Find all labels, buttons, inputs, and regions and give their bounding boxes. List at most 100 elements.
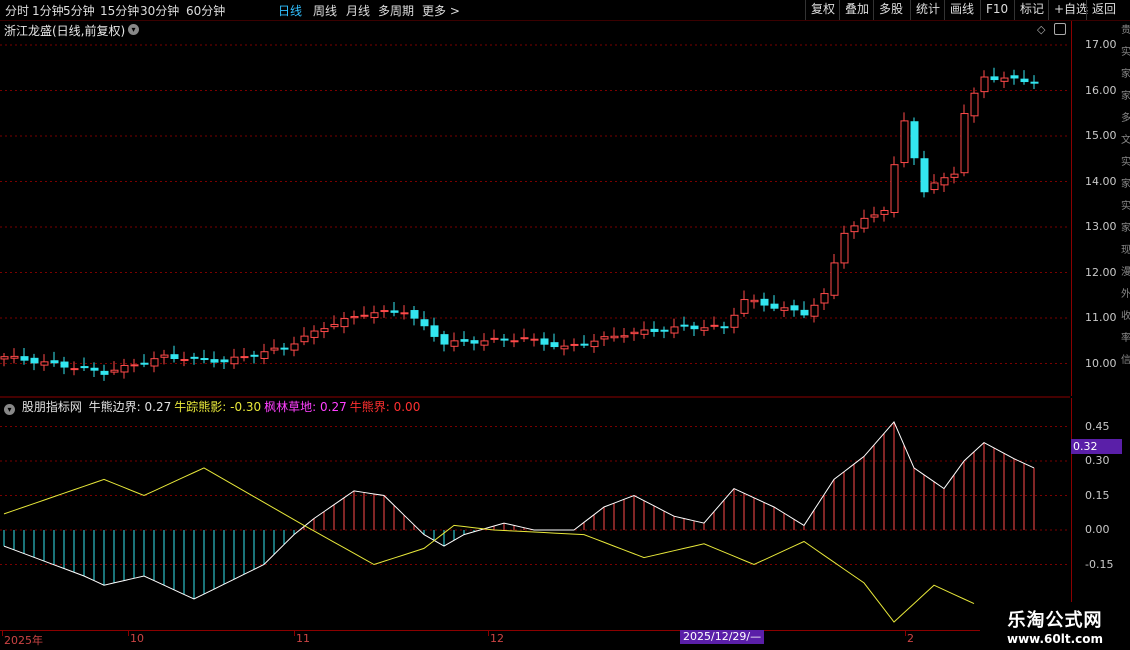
candle-body	[120, 364, 129, 373]
indicator-tick-label: 0.15	[1085, 488, 1110, 502]
candle-body	[1000, 77, 1009, 82]
candle-body	[160, 354, 169, 358]
candle-body	[910, 121, 919, 159]
strip-char: 贵	[1121, 25, 1130, 36]
candle-body	[510, 340, 519, 343]
candle-body	[710, 324, 719, 327]
price-tick-label: 14.00	[1085, 174, 1117, 188]
candle-body	[610, 335, 619, 339]
candle-body	[170, 354, 179, 359]
candle-body	[840, 232, 849, 264]
candle-body	[820, 293, 829, 304]
candle-body	[130, 364, 139, 367]
candle-body	[850, 225, 859, 233]
candle-body	[190, 356, 199, 359]
candle-body	[970, 92, 979, 117]
candle-body	[790, 305, 799, 311]
candle-body	[220, 359, 229, 363]
date-tick-label: 10	[130, 632, 144, 645]
candle-body	[140, 362, 149, 365]
candle-body	[150, 358, 159, 367]
candle-body	[980, 76, 989, 93]
candle-body	[380, 310, 389, 313]
candle-body	[420, 319, 429, 327]
candle-body	[20, 356, 29, 361]
candle-body	[410, 310, 419, 319]
indicator-dropdown-icon[interactable]: ▾	[4, 404, 15, 415]
candle-body	[30, 357, 39, 364]
date-tick	[2, 631, 3, 636]
candle-body	[600, 336, 609, 340]
candle-body	[450, 340, 459, 347]
candle-body	[350, 316, 359, 319]
kline-chart[interactable]	[0, 0, 1070, 632]
candle-body	[530, 338, 539, 341]
candle-body	[700, 327, 709, 331]
date-tick-label: 2025年	[4, 634, 43, 647]
strip-char: 家	[1121, 179, 1130, 190]
candle-body	[860, 217, 869, 229]
candle-body	[650, 328, 659, 332]
candle-body	[870, 214, 879, 218]
indicator-tick-label: 0.45	[1085, 419, 1110, 433]
candle-body	[480, 340, 489, 346]
date-tick	[488, 631, 489, 636]
candle-body	[640, 329, 649, 335]
strip-char: 文	[1121, 135, 1130, 146]
candle-body	[760, 298, 769, 306]
strip-char: 信	[1121, 355, 1130, 366]
date-cursor-label: 2025/12/29/—	[680, 630, 765, 644]
candle-body	[800, 309, 809, 316]
toolbar-button-8[interactable]: 返回	[1086, 0, 1121, 20]
candle-body	[240, 356, 249, 359]
date-tick-label: 11	[296, 632, 310, 645]
candle-body	[540, 338, 549, 345]
candle-body	[690, 325, 699, 330]
candle-body	[670, 326, 679, 334]
strip-char: 漫	[1121, 267, 1130, 278]
price-tick-label: 13.00	[1085, 220, 1117, 233]
candle-body	[920, 158, 929, 193]
indicator-axis: 0.45 0.30 0.15 0.00 -0.15	[1071, 398, 1121, 630]
date-axis: 2025年 10 11 12 2	[0, 630, 1070, 649]
candle-body	[900, 120, 909, 164]
indicator-current-badge: 0.32	[1071, 439, 1122, 454]
strip-char: 家	[1121, 223, 1130, 234]
candle-body	[550, 342, 559, 348]
date-tick	[294, 631, 295, 636]
indicator-plot	[3, 420, 1035, 623]
candle-body	[50, 360, 59, 364]
strip-char: 实	[1121, 201, 1130, 212]
candle-body	[810, 304, 819, 317]
candle-body	[80, 366, 89, 369]
price-tick-label: 16.00	[1085, 83, 1117, 97]
candle-body	[880, 209, 889, 215]
candle-body	[100, 370, 109, 375]
candle-body	[490, 337, 499, 340]
candle-body	[280, 347, 289, 350]
candle-body	[430, 325, 439, 337]
candle-body	[310, 330, 319, 338]
indicator-tick-label: -0.15	[1085, 557, 1114, 571]
date-tick-label: 2	[907, 632, 914, 645]
candle-body	[40, 361, 49, 366]
candle-body	[360, 314, 369, 317]
indicator-name: 股朋指标网	[21, 400, 82, 414]
candle-body	[230, 356, 239, 365]
candle-body	[930, 182, 939, 191]
candle-body	[370, 312, 379, 318]
candle-body	[990, 76, 999, 81]
candle-body	[290, 343, 299, 351]
candle-body	[390, 310, 399, 313]
candle-body	[830, 262, 839, 296]
candle-body	[950, 173, 959, 178]
candle-body	[1010, 75, 1019, 79]
candle-body	[440, 334, 449, 345]
price-tick-label: 15.00	[1085, 129, 1117, 142]
indicator-white-line	[3, 420, 1035, 600]
strip-char: 家	[1121, 69, 1130, 80]
price-tick-label: 17.00	[1085, 38, 1117, 51]
site-watermark: 乐淘公式网 www.60lt.com	[980, 602, 1130, 650]
indicator-item-3: 牛熊界: 0.00	[349, 400, 421, 414]
candle-body	[470, 340, 479, 344]
